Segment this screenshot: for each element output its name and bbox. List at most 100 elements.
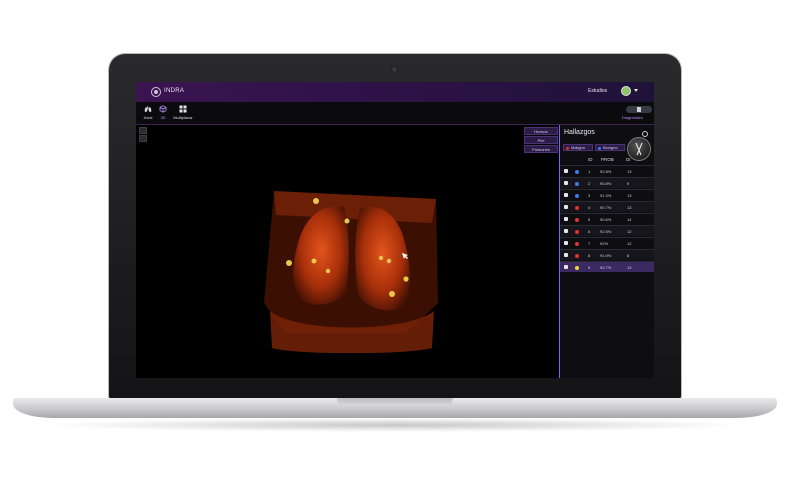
preset-bones-button[interactable]: Huesos [524,127,558,135]
cell-prob: 90.7% [600,265,612,270]
scalpel-tool-icon[interactable] [627,137,651,161]
tool-axial[interactable]: Axial [141,105,155,123]
nodule [286,260,292,266]
caret-down-icon[interactable] [634,89,638,92]
severity-dot-icon [575,181,579,186]
tool-3d[interactable]: 3D [156,105,170,123]
cell-di: 9 [627,181,630,186]
laptop-notch [337,398,453,406]
grid-icon [179,105,187,113]
cell-id: 1 [588,169,591,174]
nodule [386,258,392,264]
zoom-in-button[interactable] [139,127,147,134]
severity-dot-icon [575,169,579,174]
table-row[interactable]: 3 91.3% 13 [560,189,654,200]
cell-prob: 92.8% [600,169,612,174]
preset-lungs-button[interactable]: Pulmones [524,145,558,153]
render-viewport[interactable]: Huesos Piel Pulmones [136,125,559,378]
cell-prob: 91.9% [600,253,612,258]
user-avatar[interactable] [621,86,631,96]
cell-di: 14 [627,217,632,222]
filter-label: Maligno [571,145,586,150]
column-header-prob: PROB [601,157,614,162]
tool-label: 3D [160,115,166,120]
cell-id: 3 [588,193,591,198]
row-checkbox[interactable] [564,253,568,257]
cell-prob: 91.3% [600,193,612,198]
row-checkbox[interactable] [564,265,568,269]
cell-prob: 90.6% [600,217,612,222]
view-toolbar: Axial 3D Multiplanar Diagnóstico [136,102,654,125]
logo-icon [151,87,161,97]
table-row[interactable]: 7 92% 12 [560,237,654,248]
filter-malignant[interactable]: Maligno [563,144,593,151]
panel-title: Hallazgos [564,129,595,136]
severity-dot-icon [575,217,579,222]
cell-id: 4 [588,205,591,210]
cell-prob: 90.8% [600,181,612,186]
row-checkbox[interactable] [564,229,568,233]
tool-multiplanar[interactable]: Multiplanar [172,105,194,123]
search-icon[interactable] [642,131,648,137]
filter-label: Benigno [603,145,618,150]
lungs-icon [144,106,152,112]
severity-dot-icon [575,265,579,270]
nodule [403,276,409,282]
severity-dot-icon [575,253,579,258]
diagnosis-toggle[interactable] [626,106,652,113]
table-row[interactable]: 6 92.5% 12 [560,225,654,236]
cube-3d-icon [159,105,167,113]
preset-skin-button[interactable]: Piel [524,136,558,144]
malignant-dot-icon [566,146,569,150]
nodule [378,255,384,261]
findings-panel: Hallazgos Maligno Benigno ID PROB DI 1 92… [559,125,654,378]
cell-di: 13 [627,193,632,198]
table-row[interactable]: 8 91.9% 8 [560,249,654,260]
cell-prob: 92% [600,241,609,246]
webcam [392,67,397,72]
tool-label: Axial [143,115,153,120]
top-bar: INDRA Estudios [136,82,654,102]
table-row[interactable]: 4 90.7% 13 [560,201,654,212]
cell-id: 2 [588,181,591,186]
row-checkbox[interactable] [564,169,568,173]
table-row[interactable]: 9 90.7% 13 [560,261,654,272]
diagnosis-label: Diagnóstico [622,115,643,120]
zoom-out-button[interactable] [139,135,147,142]
lung-3d-render[interactable] [256,183,446,353]
benign-dot-icon [598,146,601,150]
row-checkbox[interactable] [564,205,568,209]
cell-id: 6 [588,229,591,234]
cell-id: 5 [588,217,591,222]
nodule [313,198,319,204]
nodule [325,268,331,274]
tool-label: Multiplanar [173,115,193,120]
cell-id: 8 [588,253,591,258]
severity-dot-icon [575,229,579,234]
nodule [311,258,317,264]
table-row[interactable]: 1 92.8% 13 [560,165,654,176]
laptop-shadow [40,418,750,432]
column-header-id: ID [588,157,593,162]
cell-prob: 92.5% [600,229,612,234]
cell-di: 8 [627,253,630,258]
row-checkbox[interactable] [564,217,568,221]
cell-di: 13 [627,205,632,210]
table-row[interactable]: 2 90.8% 9 [560,177,654,188]
row-checkbox[interactable] [564,241,568,245]
cell-di: 13 [627,169,632,174]
severity-dot-icon [575,241,579,246]
cell-di: 13 [627,265,632,270]
cell-id: 9 [588,265,591,270]
column-header-di: DI [626,157,631,162]
row-checkbox[interactable] [564,181,568,185]
filter-benign[interactable]: Benigno [595,144,625,151]
cell-id: 7 [588,241,591,246]
app-screen: INDRA Estudios Axial 3D Multiplanar Diag… [136,82,654,378]
table-row[interactable]: 5 90.6% 14 [560,213,654,224]
row-checkbox[interactable] [564,193,568,197]
studies-link[interactable]: Estudios [588,88,607,94]
cell-di: 12 [627,229,632,234]
cell-di: 12 [627,241,632,246]
nodule [344,218,350,224]
